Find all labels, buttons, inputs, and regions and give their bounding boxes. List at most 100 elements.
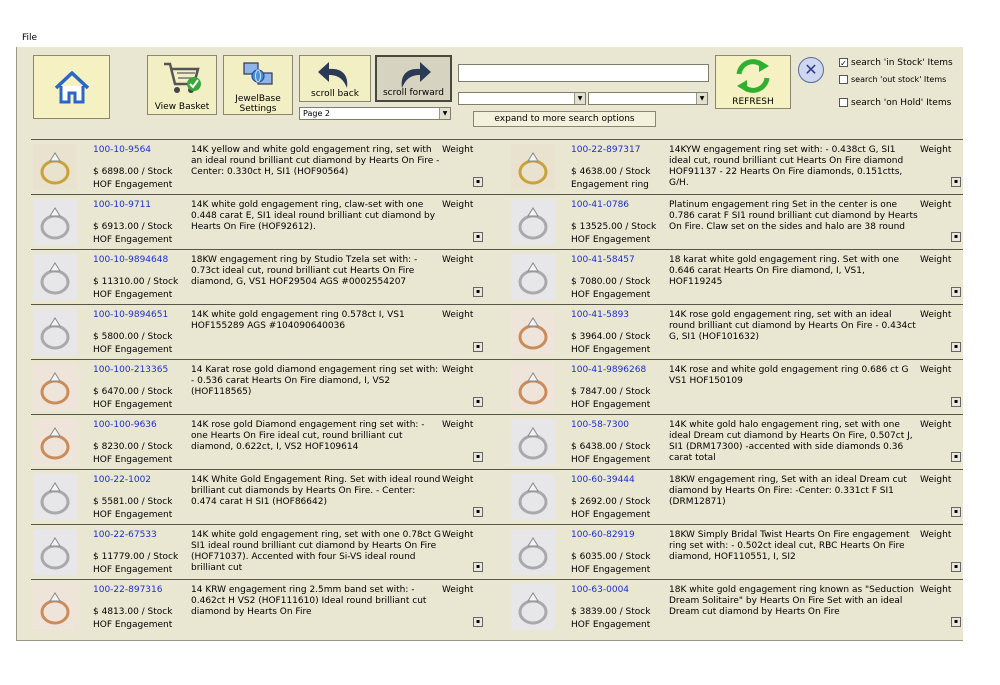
- list-item[interactable]: 100-60-82919 $ 6035.00 / Stock HOF Engagem…: [509, 525, 963, 579]
- weight-label: Weight: [920, 200, 952, 210]
- item-id-link[interactable]: 100-100-9636: [93, 420, 157, 430]
- item-id-link[interactable]: 100-10-9564: [93, 145, 151, 155]
- item-details-button[interactable]: ▪: [473, 177, 483, 187]
- ring-thumbnail[interactable]: [33, 584, 77, 630]
- search-filter-select-2[interactable]: ▼: [588, 92, 708, 105]
- ring-thumbnail[interactable]: [511, 364, 555, 410]
- list-item[interactable]: 100-41-9896268 $ 7847.00 / Stock HOF Engag…: [509, 360, 963, 414]
- ring-thumbnail[interactable]: [33, 199, 77, 245]
- item-details-button[interactable]: ▪: [473, 397, 483, 407]
- home-button[interactable]: [33, 55, 110, 119]
- item-details-button[interactable]: ▪: [951, 617, 961, 627]
- list-item[interactable]: 100-100-213365 $ 6470.00 / Stock HOF Engag…: [31, 360, 491, 414]
- settings-network-icon: [243, 62, 273, 85]
- close-icon[interactable]: ✕: [798, 57, 824, 83]
- item-id-link[interactable]: 100-10-9711: [93, 200, 151, 210]
- list-item[interactable]: 100-10-9894648 $ 11310.00 / Stock HOF Enga…: [31, 250, 491, 304]
- ring-thumbnail[interactable]: [33, 419, 77, 465]
- item-category: Engagement ring: [571, 180, 649, 190]
- item-details-button[interactable]: ▪: [951, 342, 961, 352]
- search-filter-select-1[interactable]: ▼: [458, 92, 586, 105]
- item-id-link[interactable]: 100-10-9894651: [93, 310, 168, 320]
- file-menu[interactable]: File: [22, 33, 37, 43]
- item-price-value: $ 8230.00 / Stock: [93, 442, 173, 452]
- ring-thumbnail[interactable]: [33, 254, 77, 300]
- item-id-link[interactable]: 100-41-0786: [571, 200, 629, 210]
- item-id-link[interactable]: 100-58-7300: [571, 420, 629, 430]
- item-details-button[interactable]: ▪: [473, 287, 483, 297]
- ring-thumbnail[interactable]: [511, 199, 555, 245]
- ring-thumbnail[interactable]: [511, 254, 555, 300]
- weight-label: Weight: [442, 255, 474, 265]
- item-id-link[interactable]: 100-22-897316: [93, 585, 162, 595]
- ring-thumbnail[interactable]: [511, 309, 555, 355]
- scroll-forward-button[interactable]: scroll forward: [375, 55, 452, 102]
- item-details-button[interactable]: ▪: [473, 232, 483, 242]
- list-item[interactable]: 100-10-9894651 $ 5800.00 / Stock HOF Engag…: [31, 305, 491, 359]
- list-item[interactable]: 100-41-5893 $ 3964.00 / Stock HOF Engageme…: [509, 305, 963, 359]
- refresh-button[interactable]: REFRESH: [715, 55, 791, 109]
- ring-thumbnail[interactable]: [33, 364, 77, 410]
- item-details-button[interactable]: ▪: [951, 232, 961, 242]
- item-details-button[interactable]: ▪: [473, 342, 483, 352]
- page-select[interactable]: Page 2 ▼: [299, 107, 451, 120]
- ring-thumbnail[interactable]: [511, 419, 555, 465]
- ring-thumbnail[interactable]: [33, 474, 77, 520]
- list-item[interactable]: 100-22-1002 $ 5581.00 / Stock HOF Engageme…: [31, 470, 491, 524]
- list-item[interactable]: 100-22-897317 $ 4638.00 / Stock Engagement…: [509, 140, 963, 194]
- item-details-button[interactable]: ▪: [473, 452, 483, 462]
- jewelbase-settings-button[interactable]: JewelBase Settings: [223, 55, 293, 115]
- list-item[interactable]: 100-100-9636 $ 8230.00 / Stock HOF Engagem…: [31, 415, 491, 469]
- refresh-label: REFRESH: [732, 97, 774, 107]
- list-item[interactable]: 100-22-897316 $ 4813.00 / Stock HOF Engage…: [31, 580, 491, 634]
- item-details-button[interactable]: ▪: [951, 287, 961, 297]
- item-id-link[interactable]: 100-41-58457: [571, 255, 635, 265]
- item-details-button[interactable]: ▪: [473, 507, 483, 517]
- list-item[interactable]: 100-10-9564 $ 6898.00 / Stock HOF Engageme…: [31, 140, 491, 194]
- list-item[interactable]: 100-63-0004 $ 3839.00 / Stock HOF Engageme…: [509, 580, 963, 634]
- ring-thumbnail[interactable]: [33, 144, 77, 190]
- item-details-button[interactable]: ▪: [473, 562, 483, 572]
- item-details-button[interactable]: ▪: [951, 452, 961, 462]
- ring-thumbnail[interactable]: [511, 529, 555, 575]
- item-id-link[interactable]: 100-63-0004: [571, 585, 629, 595]
- ring-thumbnail[interactable]: [33, 309, 77, 355]
- item-id-link[interactable]: 100-10-9894648: [93, 255, 168, 265]
- checkbox-on-hold-box[interactable]: [839, 98, 848, 107]
- checkbox-in-stock-box[interactable]: ✓: [839, 58, 848, 68]
- list-item[interactable]: 100-10-9711 $ 6913.00 / Stock HOF Engageme…: [31, 195, 491, 249]
- ring-thumbnail[interactable]: [511, 584, 555, 630]
- list-item[interactable]: 100-41-0786 $ 13525.00 / Stock HOF Engagem…: [509, 195, 963, 249]
- item-id-link[interactable]: 100-100-213365: [93, 365, 168, 375]
- checkbox-out-stock-box[interactable]: [839, 75, 848, 84]
- item-id-link[interactable]: 100-60-39444: [571, 475, 635, 485]
- list-item[interactable]: 100-58-7300 $ 6438.00 / Stock HOF Engageme…: [509, 415, 963, 469]
- table-row: 100-22-897316 $ 4813.00 / Stock HOF Engage…: [31, 579, 963, 634]
- view-basket-button[interactable]: View Basket: [147, 55, 217, 115]
- expand-search-options-button[interactable]: expand to more search options: [473, 111, 656, 127]
- scroll-back-button[interactable]: scroll back: [299, 55, 371, 102]
- checkbox-out-stock[interactable]: search 'out stock' Items: [839, 75, 963, 85]
- item-id-link[interactable]: 100-22-1002: [93, 475, 151, 485]
- list-item[interactable]: 100-41-58457 $ 7080.00 / Stock HOF Engagem…: [509, 250, 963, 304]
- item-details-button[interactable]: ▪: [951, 397, 961, 407]
- item-price-value: $ 3839.00 / Stock: [571, 607, 651, 617]
- search-input[interactable]: [458, 64, 709, 82]
- checkbox-in-stock[interactable]: ✓ search 'in Stock' Items: [839, 58, 953, 68]
- item-id-link[interactable]: 100-60-82919: [571, 530, 635, 540]
- item-details-button[interactable]: ▪: [951, 507, 961, 517]
- item-details-button[interactable]: ▪: [473, 617, 483, 627]
- list-item[interactable]: 100-60-39444 $ 2692.00 / Stock HOF Engagem…: [509, 470, 963, 524]
- ring-thumbnail[interactable]: [511, 474, 555, 520]
- item-id-link[interactable]: 100-22-897317: [571, 145, 640, 155]
- item-id-link[interactable]: 100-22-67533: [93, 530, 157, 540]
- item-description: 14K yellow and white gold engagement rin…: [191, 145, 440, 177]
- item-details-button[interactable]: ▪: [951, 177, 961, 187]
- ring-thumbnail[interactable]: [511, 144, 555, 190]
- item-id-link[interactable]: 100-41-5893: [571, 310, 629, 320]
- ring-thumbnail[interactable]: [33, 529, 77, 575]
- item-details-button[interactable]: ▪: [951, 562, 961, 572]
- item-id-link[interactable]: 100-41-9896268: [571, 365, 646, 375]
- list-item[interactable]: 100-22-67533 $ 11779.00 / Stock HOF Engage…: [31, 525, 491, 579]
- checkbox-on-hold[interactable]: search 'on Hold' Items: [839, 98, 951, 108]
